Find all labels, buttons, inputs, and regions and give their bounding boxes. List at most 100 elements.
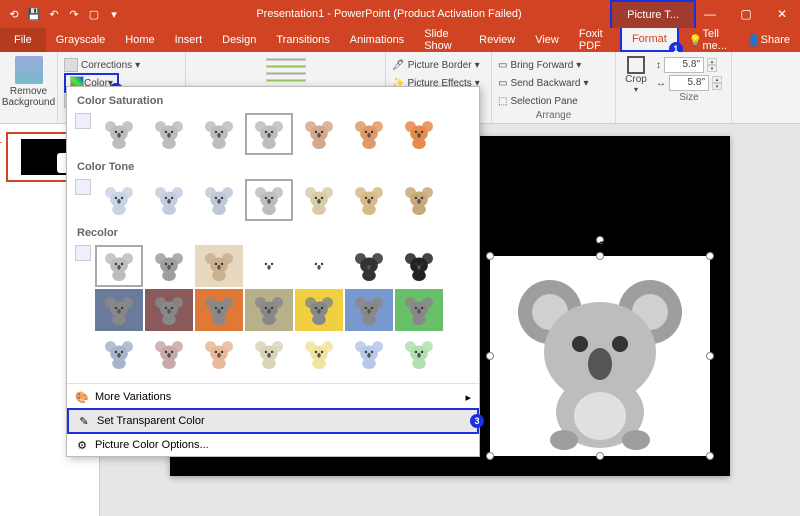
eyedropper-icon[interactable]: [75, 245, 91, 261]
color-swatch[interactable]: [395, 289, 443, 331]
more-variations-label: More Variations: [95, 391, 171, 403]
resize-handle[interactable]: [596, 452, 604, 460]
color-swatch[interactable]: [395, 245, 443, 287]
color-swatch[interactable]: [295, 289, 343, 331]
style-thumb[interactable]: [266, 65, 306, 68]
width-input[interactable]: 5.8": [669, 75, 709, 91]
rotate-handle[interactable]: ⟳: [596, 236, 604, 244]
set-transparent-color-item[interactable]: ✎ Set Transparent Color 3: [67, 408, 479, 434]
color-swatch[interactable]: [295, 245, 343, 287]
eyedropper-icon[interactable]: [75, 113, 91, 129]
minimize-button[interactable]: —: [692, 0, 728, 28]
close-button[interactable]: ✕: [764, 0, 800, 28]
color-swatch[interactable]: [195, 289, 243, 331]
send-backward-button[interactable]: ▭ Send Backward ▾: [498, 74, 609, 92]
width-spinner[interactable]: ▴▾: [712, 76, 722, 90]
color-swatch[interactable]: [345, 113, 393, 155]
tab-insert[interactable]: Insert: [165, 28, 213, 52]
tab-home[interactable]: Home: [115, 28, 164, 52]
color-swatch[interactable]: [145, 333, 193, 375]
style-thumb[interactable]: [266, 58, 306, 61]
style-thumb[interactable]: [266, 79, 306, 82]
height-spinner[interactable]: ▴▾: [707, 58, 717, 72]
color-swatch[interactable]: [95, 289, 143, 331]
selected-picture[interactable]: ⟳: [490, 256, 710, 456]
more-variations-item[interactable]: 🎨 More Variations ▸: [67, 386, 479, 408]
tab-transitions[interactable]: Transitions: [266, 28, 339, 52]
color-swatch[interactable]: [345, 289, 393, 331]
share-label: Share: [761, 34, 790, 46]
window-title: Presentation1 - PowerPoint (Product Acti…: [122, 8, 656, 20]
color-swatch[interactable]: [395, 113, 443, 155]
color-swatch[interactable]: [195, 113, 243, 155]
color-swatch[interactable]: [195, 179, 243, 221]
color-swatch[interactable]: [245, 113, 293, 155]
color-swatch[interactable]: [145, 245, 193, 287]
color-swatch[interactable]: [295, 333, 343, 375]
selection-pane-button[interactable]: ⬚ Selection Pane: [498, 92, 609, 110]
color-swatch[interactable]: [345, 333, 393, 375]
color-swatch[interactable]: [245, 333, 293, 375]
recolor-heading: Recolor: [77, 227, 471, 239]
crop-button[interactable]: Crop ▾: [622, 56, 650, 121]
tab-review[interactable]: Review: [469, 28, 525, 52]
tab-tellme[interactable]: 💡 Tell me...: [679, 28, 737, 52]
save-icon[interactable]: 💾: [26, 6, 42, 22]
color-swatch[interactable]: [395, 333, 443, 375]
style-thumb[interactable]: [266, 72, 306, 75]
eyedropper-icon[interactable]: [75, 179, 91, 195]
color-swatch[interactable]: [95, 333, 143, 375]
color-swatch[interactable]: [145, 289, 193, 331]
arrange-group: ▭ Bring Forward ▾ ▭ Send Backward ▾ ⬚ Se…: [492, 52, 616, 123]
color-swatch[interactable]: [295, 179, 343, 221]
picture-border-button[interactable]: 🖊 Picture Border ▾: [392, 56, 485, 74]
resize-handle[interactable]: [706, 252, 714, 260]
resize-handle[interactable]: [706, 452, 714, 460]
color-swatch[interactable]: [95, 179, 143, 221]
picture-color-options-item[interactable]: ⚙ Picture Color Options...: [67, 434, 479, 456]
autosave-icon[interactable]: ⟲: [6, 6, 22, 22]
color-swatch[interactable]: [95, 113, 143, 155]
maximize-button[interactable]: ▢: [728, 0, 764, 28]
color-swatch[interactable]: [145, 179, 193, 221]
remove-background-button[interactable]: Remove Background: [0, 52, 58, 123]
color-swatch[interactable]: [345, 179, 393, 221]
width-row: ↔ 5.8" ▴▾: [656, 74, 722, 92]
color-swatch[interactable]: [245, 289, 293, 331]
color-swatch[interactable]: [345, 245, 393, 287]
color-dropdown: Color Saturation: [66, 86, 480, 457]
options-icon: ⚙: [75, 438, 89, 452]
tab-slideshow[interactable]: Slide Show: [414, 28, 469, 52]
bring-forward-button[interactable]: ▭ Bring Forward ▾: [498, 56, 609, 74]
color-swatch[interactable]: [195, 245, 243, 287]
tab-format[interactable]: Format 1: [620, 28, 679, 52]
color-swatch[interactable]: [95, 245, 143, 287]
tab-grayscale[interactable]: Grayscale: [46, 28, 116, 52]
resize-handle[interactable]: [486, 352, 494, 360]
tab-view[interactable]: View: [525, 28, 569, 52]
tab-animations[interactable]: Animations: [340, 28, 414, 52]
height-input[interactable]: 5.8": [664, 57, 704, 73]
size-group: Crop ▾ ↕ 5.8" ▴▾ ↔ 5.8" ▴▾ Size: [616, 52, 732, 123]
resize-handle[interactable]: [486, 252, 494, 260]
tab-design[interactable]: Design: [212, 28, 266, 52]
color-swatch[interactable]: [245, 245, 293, 287]
color-swatch[interactable]: [245, 179, 293, 221]
color-swatch[interactable]: [195, 333, 243, 375]
tab-file[interactable]: File: [0, 28, 46, 52]
corrections-button[interactable]: Corrections ▾: [64, 56, 179, 74]
step-badge-3: 3: [470, 414, 484, 428]
redo-icon[interactable]: ↷: [66, 6, 82, 22]
undo-icon[interactable]: ↶: [46, 6, 62, 22]
color-swatch[interactable]: [295, 113, 343, 155]
color-swatch[interactable]: [145, 113, 193, 155]
qat-more-icon[interactable]: ▾: [106, 6, 122, 22]
resize-handle[interactable]: [706, 352, 714, 360]
send-backward-label: Send Backward: [510, 78, 580, 89]
color-swatch[interactable]: [395, 179, 443, 221]
tab-share[interactable]: 👤 Share: [737, 28, 800, 52]
slideshow-quick-icon[interactable]: ▢: [86, 6, 102, 22]
height-icon: ↕: [656, 60, 661, 71]
resize-handle[interactable]: [486, 452, 494, 460]
tab-foxitpdf[interactable]: Foxit PDF: [569, 28, 620, 52]
